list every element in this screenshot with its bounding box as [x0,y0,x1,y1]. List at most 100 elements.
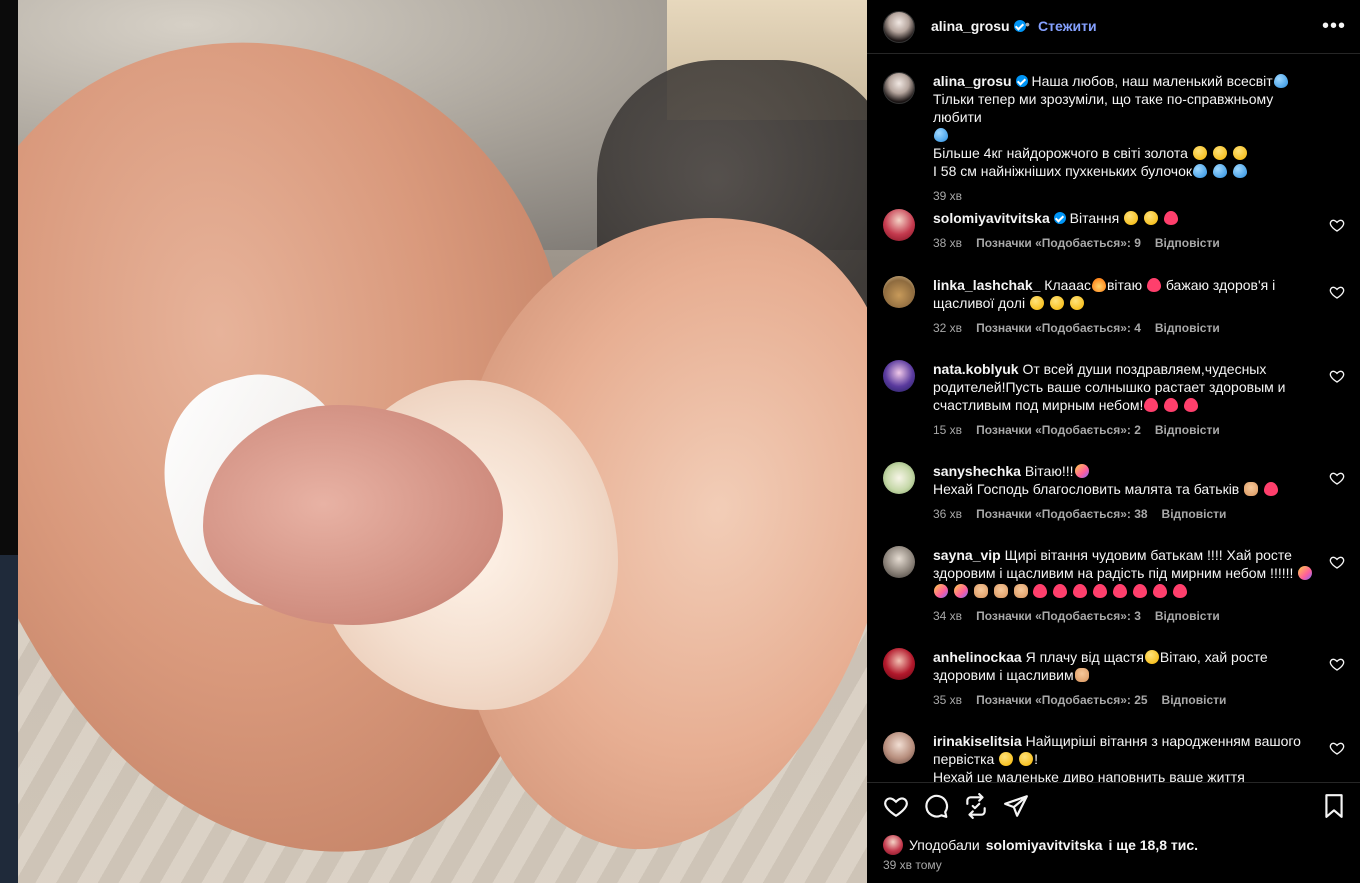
comment-time[interactable]: 34 хв [933,607,962,625]
grin-emoji-icon [1192,146,1207,160]
comment-avatar[interactable] [883,648,915,680]
comment-avatar[interactable] [883,360,915,392]
pink-heart-icon [1146,278,1161,292]
reply-button[interactable]: Відповісти [1155,234,1220,252]
reply-button[interactable]: Відповісти [1162,691,1227,709]
comment-username[interactable]: linka_lashchak_ [933,277,1040,293]
pink-heart-icon [1093,584,1108,598]
caption-username[interactable]: alina_grosu [933,73,1012,89]
pink-heart-icon [1132,584,1147,598]
verified-icon [1015,75,1028,87]
comment-username[interactable]: anhelinockaa [933,649,1022,665]
comment-like-heart-icon[interactable] [1329,368,1345,384]
pink-heart-icon [1152,584,1167,598]
ok-hand-emoji-icon [999,752,1014,766]
comments-scroll-area[interactable]: alina_grosu Наша любов, наш маленький вс… [867,55,1360,782]
moved-face-emoji-icon [1019,752,1034,766]
likes-summary[interactable]: Уподобали solomiyavitvitska і ще 18,8 ти… [883,835,1353,855]
comment-text-part: Нехай це маленьке диво наповнить ваше жи… [933,769,1245,782]
comment-like-heart-icon[interactable] [1329,217,1345,233]
blue-heart-icon [1273,74,1288,88]
comment-avatar[interactable] [883,546,915,578]
comment-text-part: Я плачу від щастя [1025,649,1144,665]
comment-like-heart-icon[interactable] [1329,284,1345,300]
comment-like-heart-icon[interactable] [1329,554,1345,570]
comment-likes[interactable]: Позначки «Подобається»: 2 [976,421,1141,439]
comment-text-part: ! [1034,751,1039,767]
pink-heart-icon [1053,584,1068,598]
bookmark-icon[interactable] [1321,793,1347,819]
pink-heart-icon [1164,398,1179,412]
party-popper-icon [1074,464,1089,478]
comment-likes[interactable]: Позначки «Подобається»: 25 [976,691,1147,709]
caption-avatar[interactable] [883,72,915,104]
comment-username[interactable]: sanyshechka [933,463,1021,479]
post-timestamp[interactable]: 39 хв тому [883,858,942,872]
heart-icon[interactable] [883,793,909,819]
send-icon[interactable] [1003,793,1029,819]
pray-emoji-icon [1013,584,1028,598]
blue-heart-icon [1193,164,1208,178]
pink-heart-icon [1113,584,1128,598]
pink-heart-icon [1033,584,1048,598]
moved-face-emoji-icon [1144,650,1159,664]
comment-time[interactable]: 15 хв [933,421,962,439]
reply-button[interactable]: Відповісти [1155,319,1220,337]
comment-avatar[interactable] [883,732,915,764]
comment-likes[interactable]: Позначки «Подобається»: 3 [976,607,1141,625]
comment-username[interactable]: sayna_vip [933,547,1001,563]
page-background [0,0,18,883]
comment-likes[interactable]: Позначки «Подобається»: 4 [976,319,1141,337]
comment-time[interactable]: 38 хв [933,234,962,252]
blue-heart-icon [1232,164,1247,178]
background-strip [0,555,18,883]
blue-heart-icon [1212,164,1227,178]
share-icon[interactable] [963,793,989,819]
more-icon[interactable]: ••• [1322,14,1346,38]
comment-username[interactable]: solomiyavitvitska [933,210,1050,226]
kiss-emoji-icon [1212,146,1227,160]
heart-eyes-emoji-icon [1049,296,1064,310]
comment-likes[interactable]: Позначки «Подобається»: 38 [976,505,1147,523]
comment-time[interactable]: 35 хв [933,691,962,709]
comment-avatar[interactable] [883,209,915,241]
comment-like-heart-icon[interactable] [1329,470,1345,486]
reply-button[interactable]: Відповісти [1162,505,1227,523]
raised-hands-emoji-icon [1143,211,1158,225]
pink-heart-icon [1073,584,1088,598]
comment-avatar[interactable] [883,462,915,494]
author-avatar[interactable] [883,11,915,43]
comment-time[interactable]: 36 хв [933,505,962,523]
comment-username[interactable]: nata.koblyuk [933,361,1019,377]
comment-time[interactable]: 32 хв [933,319,962,337]
likes-count[interactable]: і ще 18,8 тис. [1109,837,1199,853]
pink-heart-icon [1163,211,1178,225]
author-username[interactable]: alina_grosu [931,18,1026,34]
caption-line-4: І 58 см найніжніших пухкеньких булочок [933,163,1193,179]
comment-like-heart-icon[interactable] [1329,656,1345,672]
separator-dot: • [1025,16,1030,32]
verified-icon [1053,212,1066,224]
party-popper-icon [1298,566,1313,580]
comment-likes[interactable]: Позначки «Подобається»: 9 [976,234,1141,252]
pray-emoji-icon [993,584,1008,598]
comment-icon[interactable] [923,793,949,819]
comment-username[interactable]: irinakiselitsia [933,733,1022,749]
caption-line-2: Тільки тепер ми зрозуміли, що таке по-сп… [933,91,1274,125]
comment-text-part: Нехай Господь благословить малята та бат… [933,481,1240,497]
post-image[interactable] [18,0,867,883]
reply-button[interactable]: Відповісти [1155,421,1220,439]
verified-icon [1013,20,1026,32]
comment-text-part: Вітаю!!! [1024,463,1074,479]
likes-user[interactable]: solomiyavitvitska [986,837,1103,853]
heart-eyes-emoji-icon [1124,211,1139,225]
party-popper-icon [934,584,948,598]
reply-button[interactable]: Відповісти [1155,607,1220,625]
pink-heart-icon [1144,398,1159,412]
follow-button[interactable]: Стежити [1038,18,1097,34]
post-header: alina_grosu • Стежити ••• [867,0,1360,54]
comment-like-heart-icon[interactable] [1329,740,1345,756]
caption-time[interactable]: 39 хв [933,187,962,205]
comment-avatar[interactable] [883,276,915,308]
fire-emoji-icon [1091,278,1106,292]
